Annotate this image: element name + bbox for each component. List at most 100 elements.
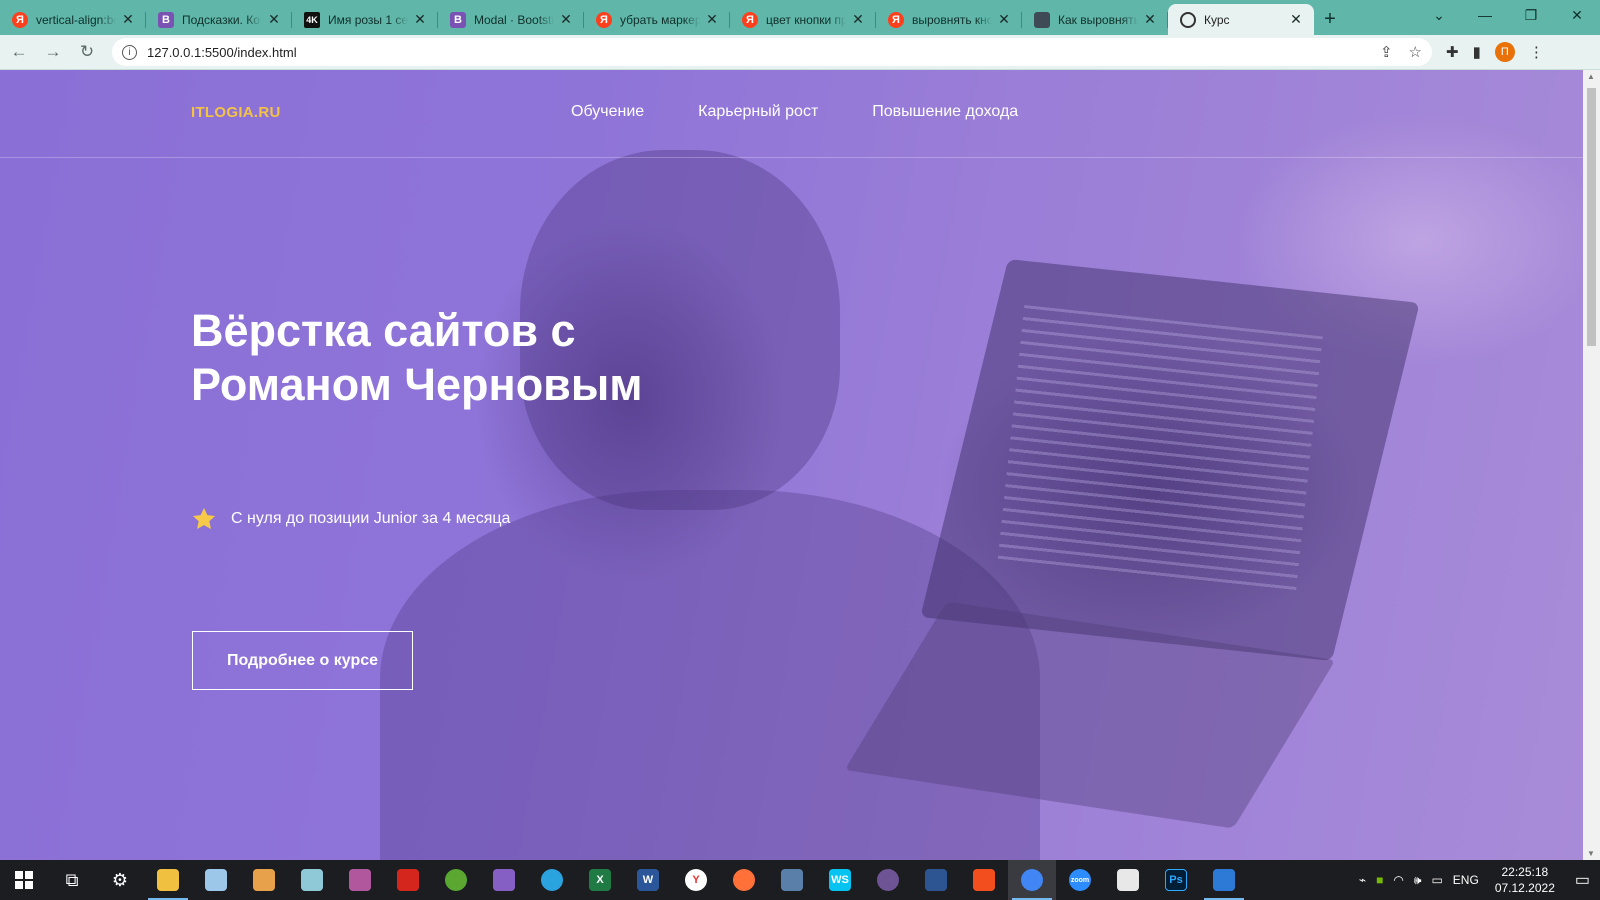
hero-title-line-2: Романом Черновым <box>191 359 643 410</box>
remote-desktop-icon <box>781 869 803 891</box>
tab-title: цвет кнопки пр <box>766 12 846 27</box>
browser-tab[interactable]: Как выровнять ✕ <box>1022 4 1168 35</box>
taskbar-app-slack[interactable] <box>1104 860 1152 900</box>
tab-close-icon[interactable]: ✕ <box>850 11 866 28</box>
nav-link-income[interactable]: Повышение дохода <box>872 103 1018 121</box>
tab-close-icon[interactable]: ✕ <box>558 11 574 28</box>
clock-date: 07.12.2022 <box>1494 881 1555 895</box>
tab-close-icon[interactable]: ✕ <box>1288 11 1304 28</box>
reload-button[interactable]: ↻ <box>72 37 102 67</box>
tab-active[interactable]: Курс ✕ <box>1168 4 1314 35</box>
windows-taskbar: ⧉ ⚙ X W Y WS zoom Ps ⌁ ■ ◠ 🕪 ▭ ENG 22:25:18 07.… <box>0 860 1600 900</box>
taskbar-app-photoshop[interactable]: Ps <box>1152 860 1200 900</box>
forward-button[interactable]: → <box>38 37 68 67</box>
network-icon[interactable]: ⌁ <box>1359 873 1366 887</box>
new-tab-button[interactable]: + <box>1314 4 1346 35</box>
wifi-icon[interactable]: ◠ <box>1393 873 1403 887</box>
scroll-down-icon[interactable]: ▼ <box>1587 849 1595 858</box>
profile-avatar[interactable]: П <box>1494 42 1515 62</box>
yandex-icon: Я <box>742 11 758 28</box>
taskbar-app-acrobat[interactable] <box>384 860 432 900</box>
tab-close-icon[interactable]: ✕ <box>1142 11 1158 28</box>
site-logo[interactable]: ITLOGIA.RU <box>191 104 281 121</box>
page-scrollbar[interactable]: ▲ ▼ <box>1583 70 1600 860</box>
webstorm-icon: WS <box>829 869 851 891</box>
clock[interactable]: 22:25:18 07.12.2022 <box>1495 864 1555 896</box>
back-button[interactable]: ← <box>4 37 34 67</box>
taskbar-app-github[interactable] <box>864 860 912 900</box>
tab-title: Подсказки. Ко <box>182 12 260 27</box>
browser-tab[interactable]: Яцвет кнопки пр ✕ <box>730 4 876 35</box>
windows-logo-icon <box>15 871 33 889</box>
taskbar-app-firefox[interactable] <box>720 860 768 900</box>
notifications-icon[interactable]: ▭ <box>1575 870 1590 890</box>
address-bar[interactable]: i 127.0.0.1:5500/index.html ⇪ ☆ <box>112 38 1432 66</box>
tab-title: Как выровнять <box>1058 12 1138 27</box>
acrobat-icon <box>397 869 419 891</box>
extensions-icon[interactable]: ✚ <box>1446 43 1459 61</box>
taskbar-app-notes[interactable] <box>288 860 336 900</box>
browser-tab[interactable]: Яубрать маркер ✕ <box>584 4 730 35</box>
yandex-icon: Я <box>12 11 28 28</box>
site-info-icon[interactable]: i <box>122 44 137 60</box>
bookmark-star-icon[interactable]: ☆ <box>1409 43 1422 61</box>
hero-photo-shape <box>844 601 1336 829</box>
side-panel-icon[interactable]: ▮ <box>1473 43 1481 61</box>
excel-icon: X <box>589 869 611 891</box>
hero-title: Вёрстка сайтов с Романом Черновым <box>191 304 791 412</box>
taskbar-app-settings[interactable]: ⚙ <box>96 860 144 900</box>
feature-text: С нуля до позиции Junior за 4 месяца <box>231 510 511 527</box>
nvidia-icon[interactable]: ■ <box>1376 873 1383 887</box>
taskbar-app-paint[interactable] <box>240 860 288 900</box>
word-icon: W <box>637 869 659 891</box>
tab-close-icon[interactable]: ✕ <box>996 11 1012 28</box>
github-icon <box>877 869 899 891</box>
browser-tab[interactable]: B Подсказки. Ко ✕ <box>146 4 292 35</box>
minimize-button[interactable]: — <box>1462 0 1508 30</box>
taskbar-app-vscode[interactable] <box>1200 860 1248 900</box>
taskbar-app-notepad[interactable] <box>192 860 240 900</box>
browser-tab[interactable]: Яvertical-align:bo ✕ <box>0 4 146 35</box>
taskbar-app-chrome[interactable] <box>1008 860 1056 900</box>
close-window-button[interactable]: ✕ <box>1554 0 1600 30</box>
course-details-button[interactable]: Подробнее о курсе <box>192 631 413 690</box>
taskbar-app-powershell[interactable] <box>912 860 960 900</box>
taskbar-app-task-view[interactable]: ⧉ <box>48 860 96 900</box>
taskbar-app-visual-studio[interactable] <box>480 860 528 900</box>
taskbar-app-excel[interactable]: X <box>576 860 624 900</box>
language-indicator[interactable]: ENG <box>1453 873 1479 887</box>
taskbar-app-file-explorer[interactable] <box>144 860 192 900</box>
scroll-up-icon[interactable]: ▲ <box>1587 72 1595 81</box>
restore-button[interactable]: ❐ <box>1508 0 1554 30</box>
tab-search-icon[interactable]: ⌄ <box>1416 0 1462 30</box>
taskbar-app-remote-desktop[interactable] <box>768 860 816 900</box>
taskbar-app-utorrent[interactable] <box>432 860 480 900</box>
browser-tab[interactable]: Явыровнять кно ✕ <box>876 4 1022 35</box>
taskbar-app-webstorm[interactable]: WS <box>816 860 864 900</box>
taskbar-app-figma[interactable] <box>960 860 1008 900</box>
bootstrap-icon: B <box>158 11 174 28</box>
taskbar-app-telegram[interactable] <box>528 860 576 900</box>
browser-tab[interactable]: 4K Имя розы 1 се ✕ <box>292 4 438 35</box>
tab-close-icon[interactable]: ✕ <box>412 11 428 28</box>
window-controls: ⌄ — ❐ ✕ <box>1416 0 1600 35</box>
tab-close-icon[interactable]: ✕ <box>704 11 720 28</box>
task-view-icon: ⧉ <box>61 869 83 891</box>
taskbar-app-winrar[interactable] <box>336 860 384 900</box>
notes-icon <box>301 869 323 891</box>
start-button[interactable] <box>0 860 48 900</box>
nav-link-learning[interactable]: Обучение <box>571 103 644 121</box>
taskbar-app-yandex-browser[interactable]: Y <box>672 860 720 900</box>
browser-tab[interactable]: B Modal · Bootstr ✕ <box>438 4 584 35</box>
taskbar-app-word[interactable]: W <box>624 860 672 900</box>
tab-close-icon[interactable]: ✕ <box>120 11 136 28</box>
share-icon[interactable]: ⇪ <box>1380 43 1393 61</box>
scrollbar-thumb[interactable] <box>1587 88 1596 346</box>
battery-icon[interactable]: ▭ <box>1431 873 1442 887</box>
tab-close-icon[interactable]: ✕ <box>266 11 282 28</box>
browser-toolbar: ← → ↻ i 127.0.0.1:5500/index.html ⇪ ☆ ✚ … <box>0 35 1600 70</box>
volume-icon[interactable]: 🕪 <box>1414 873 1422 888</box>
taskbar-app-zoom[interactable]: zoom <box>1056 860 1104 900</box>
nav-link-career[interactable]: Карьерный рост <box>698 103 818 121</box>
menu-kebab-icon[interactable]: ⋮ <box>1529 43 1544 61</box>
